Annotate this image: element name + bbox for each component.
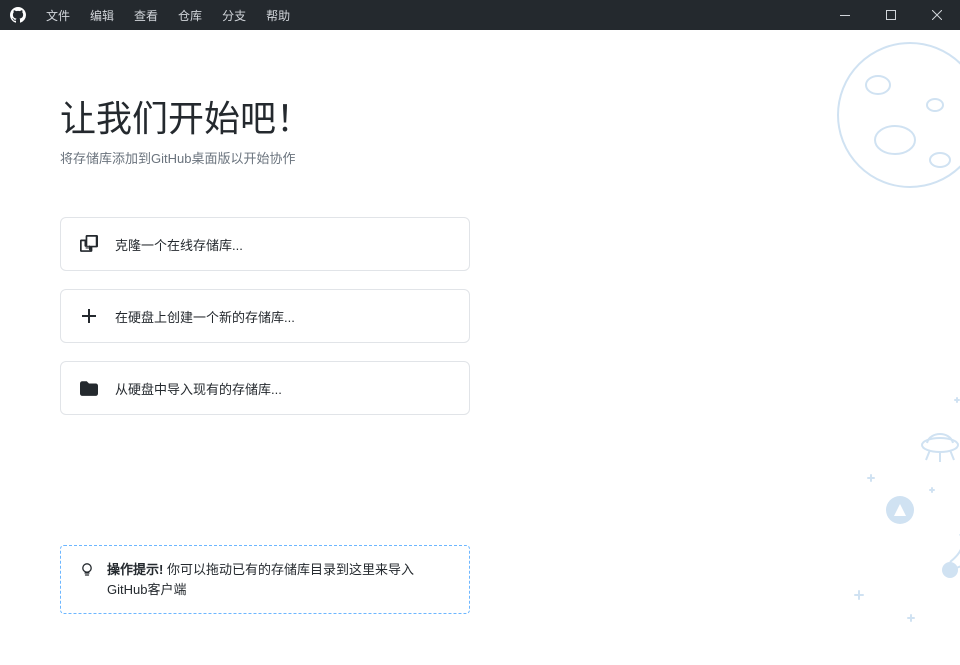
menu-view[interactable]: 查看 bbox=[124, 0, 168, 30]
menu-help[interactable]: 帮助 bbox=[256, 0, 300, 30]
page-subtitle: 将存储库添加到GitHub桌面版以开始协作 bbox=[60, 148, 960, 167]
folder-icon bbox=[79, 378, 99, 398]
plus-icon bbox=[79, 306, 99, 326]
menu-branch[interactable]: 分支 bbox=[212, 0, 256, 30]
clone-icon bbox=[79, 234, 99, 254]
menu-edit[interactable]: 编辑 bbox=[80, 0, 124, 30]
tip-box: 操作提示! 你可以拖动已有的存储库目录到这里来导入GitHub客户端 bbox=[60, 545, 470, 614]
menu-repo[interactable]: 仓库 bbox=[168, 0, 212, 30]
bulb-icon bbox=[79, 562, 95, 584]
tip-label: 操作提示! bbox=[107, 562, 163, 577]
tip-text: 操作提示! 你可以拖动已有的存储库目录到这里来导入GitHub客户端 bbox=[107, 560, 451, 599]
menu-file[interactable]: 文件 bbox=[36, 0, 80, 30]
create-label: 在硬盘上创建一个新的存储库... bbox=[115, 307, 295, 326]
clone-label: 克隆一个在线存储库... bbox=[115, 235, 243, 254]
option-list: 克隆一个在线存储库... 在硬盘上创建一个新的存储库... 从硬盘中导入现有的存… bbox=[60, 217, 470, 415]
close-button[interactable] bbox=[914, 0, 960, 30]
github-logo bbox=[0, 7, 36, 23]
minimize-button[interactable] bbox=[822, 0, 868, 30]
create-repo-option[interactable]: 在硬盘上创建一个新的存储库... bbox=[60, 289, 470, 343]
titlebar-left: 文件 编辑 查看 仓库 分支 帮助 bbox=[0, 0, 300, 30]
clone-repo-option[interactable]: 克隆一个在线存储库... bbox=[60, 217, 470, 271]
add-label: 从硬盘中导入现有的存储库... bbox=[115, 379, 282, 398]
add-repo-option[interactable]: 从硬盘中导入现有的存储库... bbox=[60, 361, 470, 415]
content-area: 让我们开始吧！ 将存储库添加到GitHub桌面版以开始协作 克隆一个在线存储库.… bbox=[0, 30, 960, 614]
maximize-button[interactable] bbox=[868, 0, 914, 30]
page-title: 让我们开始吧！ bbox=[60, 90, 960, 142]
titlebar: 文件 编辑 查看 仓库 分支 帮助 bbox=[0, 0, 960, 30]
window-controls bbox=[822, 0, 960, 30]
